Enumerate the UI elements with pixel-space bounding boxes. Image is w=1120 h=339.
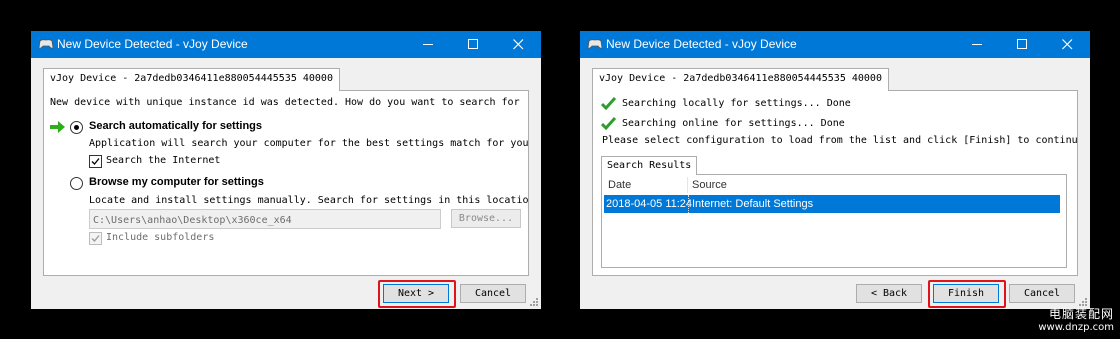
close-icon — [1062, 39, 1073, 50]
path-field[interactable] — [89, 209, 441, 230]
checkmark-icon — [91, 158, 100, 165]
column-header-date[interactable]: Date — [604, 177, 688, 193]
title-bar[interactable]: New Device Detected - vJoy Device — [580, 31, 1090, 58]
instruction-text: Please select configuration to load from… — [602, 135, 1078, 146]
close-button[interactable] — [1045, 31, 1090, 58]
check-icon — [601, 116, 616, 130]
tab-device-label: vJoy Device - 2a7dedb0346411e88005444553… — [599, 73, 882, 84]
maximize-icon — [468, 39, 478, 49]
tab-search-results[interactable]: Search Results — [601, 156, 698, 175]
search-internet-label: Search the Internet — [106, 155, 221, 166]
watermark-title: 电脑装配网 — [1048, 307, 1114, 321]
option-auto-label: Search automatically for settings — [89, 120, 262, 132]
status-local: Searching locally for settings... Done — [622, 98, 851, 109]
watermark: 电脑装配网 www.dnzp.com — [1038, 305, 1114, 333]
radio-browse-computer[interactable] — [70, 177, 83, 190]
minimize-button[interactable] — [406, 31, 451, 58]
minimize-icon — [423, 44, 433, 45]
status-online: Searching online for settings... Done — [622, 118, 845, 129]
tab-device-label: vJoy Device - 2a7dedb0346411e88005444553… — [50, 73, 333, 84]
checkbox-search-internet[interactable] — [89, 155, 102, 168]
resize-grip-icon[interactable] — [530, 298, 539, 307]
title-bar[interactable]: New Device Detected - vJoy Device — [31, 31, 541, 58]
check-icon — [601, 96, 616, 110]
cancel-button[interactable]: Cancel — [1009, 284, 1075, 303]
maximize-icon — [1017, 39, 1027, 49]
option-auto-description: Application will search your computer fo… — [89, 138, 529, 149]
maximize-button[interactable] — [1000, 31, 1045, 58]
close-button[interactable] — [496, 31, 541, 58]
gamepad-icon — [38, 39, 54, 49]
row-source: Internet: Default Settings — [692, 198, 814, 210]
include-subfolders-label: Include subfolders — [106, 232, 215, 243]
dialog-search-settings: New Device Detected - vJoy Device vJoy D… — [31, 31, 541, 309]
results-panel: Searching locally for settings... Done S… — [592, 90, 1078, 276]
browse-button[interactable]: Browse... — [451, 209, 521, 228]
close-icon — [513, 39, 524, 50]
maximize-button[interactable] — [451, 31, 496, 58]
column-header-source[interactable]: Source — [688, 177, 1060, 193]
prompt-text: New device with unique instance id was d… — [50, 97, 520, 108]
radio-search-automatically[interactable] — [70, 121, 83, 134]
arrow-right-icon — [50, 121, 65, 133]
tab-device[interactable]: vJoy Device - 2a7dedb0346411e88005444553… — [592, 68, 889, 91]
window-title: New Device Detected - vJoy Device — [606, 37, 797, 51]
red-highlight-box — [928, 280, 1006, 308]
tab-search-results-label: Search Results — [607, 160, 692, 171]
row-date: 2018-04-05 11:24 — [606, 198, 693, 210]
watermark-url: www.dnzp.com — [1038, 322, 1114, 333]
checkmark-icon — [91, 235, 100, 242]
minimize-button[interactable] — [955, 31, 1000, 58]
window-title: New Device Detected - vJoy Device — [57, 37, 248, 51]
cancel-button[interactable]: Cancel — [460, 284, 526, 303]
red-highlight-box — [378, 280, 456, 308]
back-button[interactable]: < Back — [856, 284, 922, 303]
checkbox-include-subfolders[interactable] — [89, 232, 102, 245]
gamepad-icon — [587, 39, 603, 49]
option-browse-label: Browse my computer for settings — [89, 176, 264, 188]
tab-device[interactable]: vJoy Device - 2a7dedb0346411e88005444553… — [43, 68, 340, 91]
options-panel: New device with unique instance id was d… — [43, 90, 529, 276]
table-row[interactable]: 2018-04-05 11:24 Internet: Default Setti… — [604, 195, 1060, 213]
option-browse-description: Locate and install settings manually. Se… — [89, 195, 529, 206]
minimize-icon — [972, 44, 982, 45]
results-table: Date Source 2018-04-05 11:24 Internet: D… — [601, 174, 1067, 268]
path-input[interactable] — [90, 211, 440, 230]
dialog-search-results: New Device Detected - vJoy Device vJoy D… — [580, 31, 1090, 309]
